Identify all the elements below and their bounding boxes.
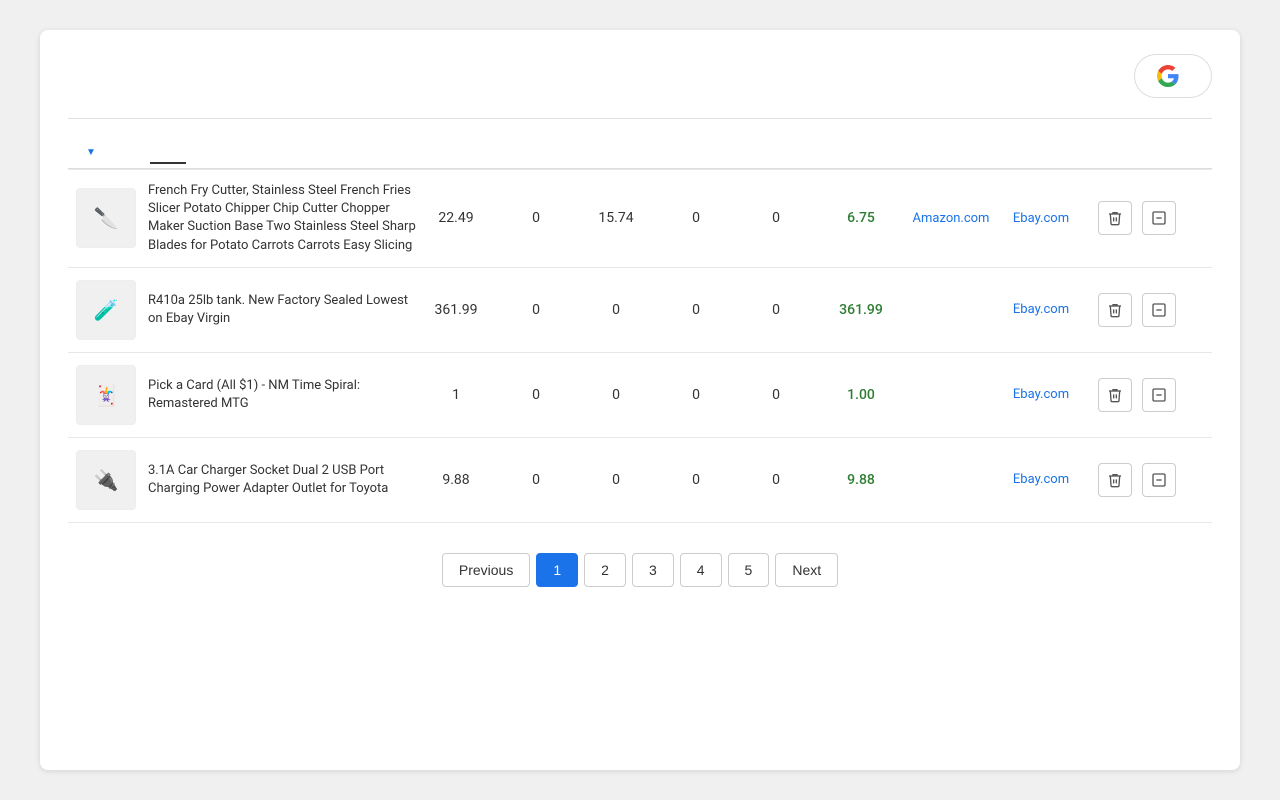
header [68, 54, 1212, 98]
cell-col2: 0 [576, 302, 656, 318]
ebay-link[interactable]: Ebay.com [1013, 211, 1069, 226]
cell-best-price: 361.99 [816, 302, 906, 318]
cell-col2: 0 [576, 472, 656, 488]
cell-col3: 0 [656, 472, 736, 488]
cell-link2[interactable]: Ebay.com [996, 211, 1086, 226]
minus-icon [1151, 302, 1167, 318]
product-image: 🔌 [76, 450, 136, 510]
minus-button[interactable] [1142, 378, 1176, 412]
cell-price-original: 361.99 [416, 302, 496, 318]
pagination: Previous12345Next [68, 553, 1212, 587]
ebay-link[interactable]: Ebay.com [1013, 472, 1069, 487]
tab-saved[interactable] [150, 142, 186, 164]
trash-icon [1107, 472, 1123, 488]
cell-price-original: 9.88 [416, 472, 496, 488]
product-list: 🔪 French Fry Cutter, Stainless Steel Fre… [68, 169, 1212, 523]
trash-icon [1107, 387, 1123, 403]
delete-button[interactable] [1098, 378, 1132, 412]
table-row: 🃏 Pick a Card (All $1) - NM Time Spiral:… [68, 352, 1212, 437]
cell-col1: 0 [496, 302, 576, 318]
delete-button[interactable] [1098, 463, 1132, 497]
tabs-bar: ▼ [68, 137, 1212, 169]
product-cell: 🔪 French Fry Cutter, Stainless Steel Fre… [76, 182, 416, 255]
cell-actions [1086, 293, 1176, 327]
minus-button[interactable] [1142, 463, 1176, 497]
delete-button[interactable] [1098, 293, 1132, 327]
trash-icon [1107, 210, 1123, 226]
google-icon [1157, 65, 1179, 87]
minus-button[interactable] [1142, 293, 1176, 327]
page-2-button[interactable]: 2 [584, 553, 626, 587]
minus-icon [1151, 472, 1167, 488]
page-5-button[interactable]: 5 [728, 553, 770, 587]
trash-icon [1107, 302, 1123, 318]
cell-price-original: 1 [416, 387, 496, 403]
cell-best-price: 1.00 [816, 387, 906, 403]
table-row: 🔪 French Fry Cutter, Stainless Steel Fre… [68, 169, 1212, 267]
cell-price-original: 22.49 [416, 210, 496, 226]
product-image: 🧪 [76, 280, 136, 340]
previous-button[interactable]: Previous [442, 553, 530, 587]
product-image: 🔪 [76, 188, 136, 248]
cell-link2[interactable]: Ebay.com [996, 387, 1086, 402]
product-cell: 🧪 R410a 25lb tank. New Factory Sealed Lo… [76, 280, 416, 340]
cell-col3: 0 [656, 210, 736, 226]
sort-by-dropdown[interactable]: ▼ [68, 137, 110, 168]
cell-col1: 0 [496, 387, 576, 403]
product-cell: 🃏 Pick a Card (All $1) - NM Time Spiral:… [76, 365, 416, 425]
cell-col4: 0 [736, 210, 816, 226]
chevron-down-icon: ▼ [86, 147, 96, 158]
page-1-button[interactable]: 1 [536, 553, 578, 587]
cell-col3: 0 [656, 387, 736, 403]
product-title: French Fry Cutter, Stainless Steel Frenc… [148, 182, 416, 255]
cell-link1[interactable]: Amazon.com [906, 211, 996, 226]
ebay-link[interactable]: Ebay.com [1013, 387, 1069, 402]
product-title: R410a 25lb tank. New Factory Sealed Lowe… [148, 292, 416, 328]
header-divider [68, 118, 1212, 119]
cell-col4: 0 [736, 387, 816, 403]
minus-icon [1151, 387, 1167, 403]
cell-link2[interactable]: Ebay.com [996, 472, 1086, 487]
cell-col2: 0 [576, 387, 656, 403]
main-card: ▼ 🔪 French Fry Cutter, Stainless Steel F… [40, 30, 1240, 770]
tab-rejected[interactable] [186, 142, 222, 164]
product-image: 🃏 [76, 365, 136, 425]
product-title: Pick a Card (All $1) - NM Time Spiral: R… [148, 377, 416, 413]
delete-button[interactable] [1098, 201, 1132, 235]
cell-col3: 0 [656, 302, 736, 318]
cell-col2: 15.74 [576, 210, 656, 226]
amazon-link[interactable]: Amazon.com [913, 211, 990, 226]
cell-actions [1086, 201, 1176, 235]
cell-best-price: 6.75 [816, 210, 906, 226]
cell-actions [1086, 378, 1176, 412]
cell-actions [1086, 463, 1176, 497]
minus-button[interactable] [1142, 201, 1176, 235]
next-button[interactable]: Next [775, 553, 838, 587]
cell-col4: 0 [736, 302, 816, 318]
tab-all-goods[interactable] [114, 142, 150, 164]
minus-icon [1151, 210, 1167, 226]
tab-settings[interactable] [222, 142, 258, 164]
page-3-button[interactable]: 3 [632, 553, 674, 587]
cell-col1: 0 [496, 210, 576, 226]
product-cell: 🔌 3.1A Car Charger Socket Dual 2 USB Por… [76, 450, 416, 510]
cell-best-price: 9.88 [816, 472, 906, 488]
cell-col1: 0 [496, 472, 576, 488]
page-4-button[interactable]: 4 [680, 553, 722, 587]
table-row: 🔌 3.1A Car Charger Socket Dual 2 USB Por… [68, 437, 1212, 523]
cell-link2[interactable]: Ebay.com [996, 302, 1086, 317]
cell-col4: 0 [736, 472, 816, 488]
ebay-link[interactable]: Ebay.com [1013, 302, 1069, 317]
google-signin-button[interactable] [1134, 54, 1212, 98]
table-row: 🧪 R410a 25lb tank. New Factory Sealed Lo… [68, 267, 1212, 352]
product-title: 3.1A Car Charger Socket Dual 2 USB Port … [148, 462, 416, 498]
